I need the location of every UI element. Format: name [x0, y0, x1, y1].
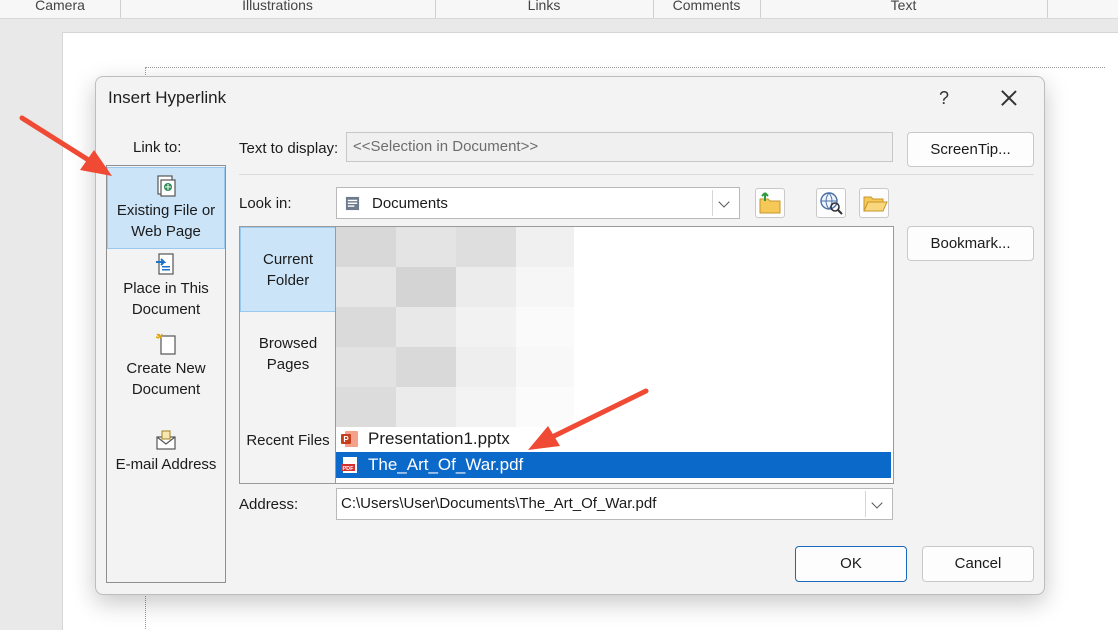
address-dropdown-button[interactable] — [865, 491, 890, 517]
file-source-pane: Current Folder Browsed Pages Recent File… — [239, 226, 336, 484]
powerpoint-file-icon: P — [341, 431, 358, 447]
file-row-presentation[interactable]: P Presentation1.pptx — [336, 426, 891, 452]
link-to-pane: Existing File or Web Page Place in This … — [106, 165, 226, 583]
nav-recent-files-label: Recent Files — [246, 432, 330, 449]
file-name: The_Art_Of_War.pdf — [368, 455, 524, 474]
nav-current-folder-label: Current Folder — [262, 251, 314, 289]
pdf-file-icon: PDF — [341, 457, 357, 473]
link-to-email-address[interactable]: E-mail Address — [107, 428, 225, 475]
link-to-existing-file[interactable]: Existing File or Web Page — [107, 167, 225, 249]
ribbon-group-camera[interactable]: Camera — [0, 0, 121, 18]
chevron-down-icon — [871, 497, 883, 509]
separator — [239, 174, 1034, 175]
address-label: Address: — [239, 496, 299, 513]
chevron-down-icon — [718, 196, 730, 208]
blurred-file-entries — [336, 227, 574, 427]
file-list[interactable]: P Presentation1.pptx PDF The_Art_Of_War.… — [335, 226, 894, 484]
up-one-folder-button[interactable] — [755, 188, 785, 218]
cancel-button[interactable]: Cancel — [922, 546, 1034, 582]
text-to-display-input[interactable]: <<Selection in Document>> — [346, 132, 893, 162]
ribbon-group-comments[interactable]: Comments — [653, 0, 761, 18]
browse-web-icon — [820, 192, 843, 215]
up-folder-icon — [759, 192, 781, 214]
page-margin-guide — [145, 67, 1105, 68]
nav-recent-files[interactable]: Recent Files — [240, 430, 336, 451]
ribbon-group-illustrations[interactable]: Illustrations — [120, 0, 436, 18]
address-value: C:\Users\User\Documents\The_Art_Of_War.p… — [341, 495, 657, 512]
close-icon[interactable] — [996, 85, 1022, 111]
address-combobox[interactable]: C:\Users\User\Documents\The_Art_Of_War.p… — [336, 488, 893, 520]
svg-text:P: P — [343, 435, 349, 444]
look-in-value: Documents — [372, 195, 448, 212]
link-to-email-address-label: E-mail Address — [115, 456, 217, 473]
file-name: Presentation1.pptx — [368, 429, 510, 448]
nav-current-folder[interactable]: Current Folder — [240, 227, 336, 312]
svg-text:PDF: PDF — [343, 466, 355, 472]
help-button[interactable]: ? — [932, 85, 956, 111]
dialog-title: Insert Hyperlink — [108, 88, 227, 107]
file-row-art-of-war[interactable]: PDF The_Art_Of_War.pdf — [336, 452, 891, 478]
link-to-existing-file-label: Existing File or Web Page — [116, 202, 216, 240]
email-icon — [156, 430, 176, 450]
screentip-button[interactable]: ScreenTip... — [907, 132, 1034, 167]
link-to-place-in-document[interactable]: Place in This Document — [107, 252, 225, 320]
look-in-label: Look in: — [239, 195, 292, 212]
new-document-icon — [155, 333, 176, 355]
look-in-dropdown[interactable]: Documents — [336, 187, 740, 219]
browse-file-button[interactable] — [859, 188, 889, 218]
place-in-document-icon — [156, 253, 174, 275]
bookmark-button[interactable]: Bookmark... — [907, 226, 1034, 261]
existing-file-icon — [157, 175, 176, 197]
link-to-create-new-document[interactable]: Create New Document — [107, 332, 225, 400]
insert-hyperlink-dialog: Insert Hyperlink ? Link to: Existing Fil… — [95, 76, 1045, 595]
documents-folder-icon — [345, 196, 360, 211]
link-to-place-in-document-label: Place in This Document — [123, 280, 209, 318]
open-folder-icon — [863, 196, 888, 212]
browse-web-button[interactable] — [816, 188, 846, 218]
ribbon-strip: Camera Illustrations Links Comments Text — [0, 0, 1118, 19]
ribbon-group-links[interactable]: Links — [435, 0, 654, 18]
link-to-label: Link to: — [133, 139, 182, 156]
link-to-create-new-document-label: Create New Document — [126, 360, 206, 398]
text-to-display-label: Text to display: — [239, 140, 339, 157]
ok-button[interactable]: OK — [795, 546, 907, 582]
nav-browsed-pages[interactable]: Browsed Pages — [240, 333, 336, 375]
nav-browsed-pages-label: Browsed Pages — [258, 335, 318, 373]
ribbon-group-text[interactable]: Text — [760, 0, 1048, 18]
look-in-dropdown-button[interactable] — [712, 190, 737, 216]
